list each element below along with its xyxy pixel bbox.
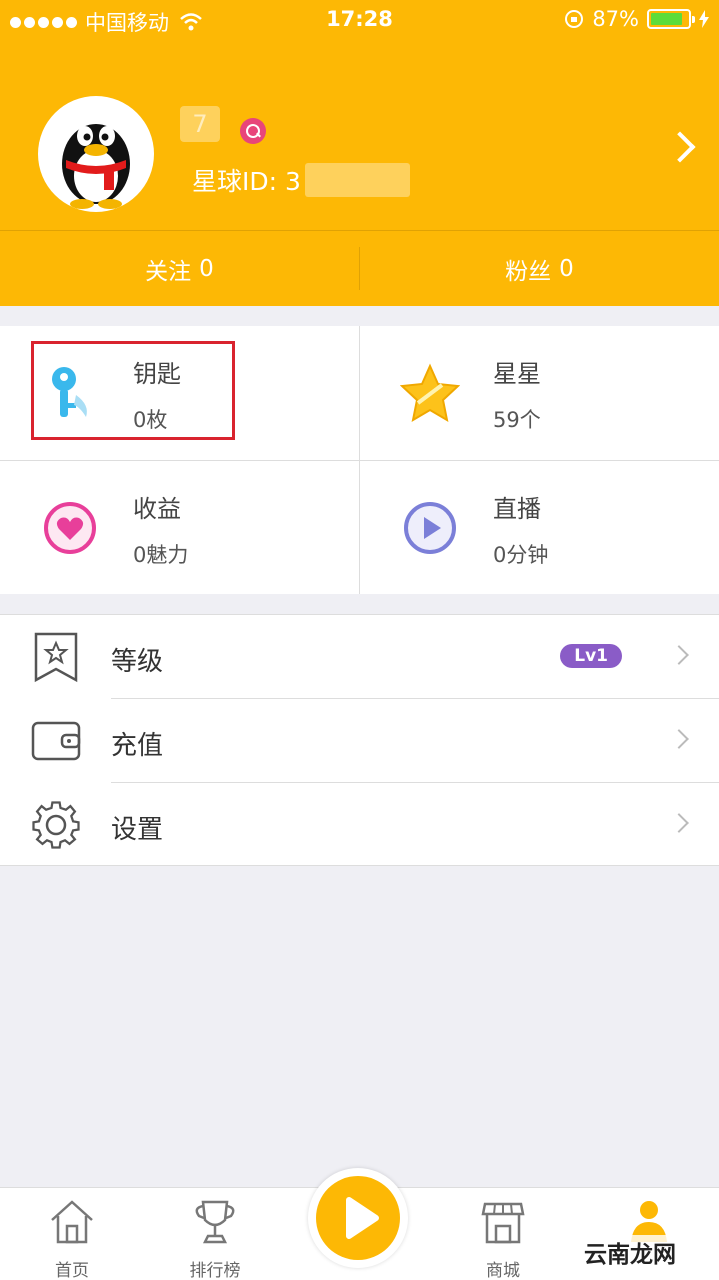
watermark: 云南龙网 [584,1235,676,1269]
battery-percent: 87% [592,7,639,31]
tab-label: 首页 [55,1261,89,1280]
wallet-icon [31,721,81,761]
qq-badge-icon [240,118,266,144]
tab-home[interactable]: 首页 [27,1198,117,1280]
asset-title: 直播 [493,495,541,523]
chevron-right-icon [669,729,689,749]
menu-item-settings[interactable]: 设置 [0,783,719,867]
asset-value: 0魅力 [133,543,189,567]
asset-value: 0分钟 [493,543,549,567]
bookmark-star-icon [34,632,78,683]
follow-count: 0 [199,255,214,282]
chevron-right-icon [669,645,689,665]
start-live-button[interactable] [308,1168,408,1268]
start-live-button-inner [316,1176,400,1260]
menu-list: 等级 Lv1 充值 设置 [0,614,719,866]
battery-icon [647,9,695,29]
avatar[interactable] [38,96,154,212]
fans-count: 0 [559,255,574,282]
menu-item-label: 设置 [111,815,164,845]
annotation-highlight-box [31,341,235,440]
rotation-lock-icon [565,10,584,28]
asset-title: 收益 [133,495,181,523]
chevron-right-icon [669,813,689,833]
chevron-right-icon[interactable] [664,131,696,163]
asset-value: 59个 [493,408,541,432]
star-icon [400,363,460,422]
asset-title: 星星 [493,360,541,388]
tab-ranking[interactable]: 排行榜 [170,1198,260,1280]
follow-label: 关注 [145,258,192,285]
fans-label: 粉丝 [505,258,552,285]
shop-icon [481,1202,525,1244]
fans-stat[interactable]: 粉丝 0 [360,231,719,306]
star-id-label: 星球ID: 3 [192,167,301,196]
level-badge: Lv1 [560,644,622,668]
gear-icon [32,801,80,849]
heart-icon [44,502,96,554]
play-icon [346,1197,379,1239]
nickname: 7 [180,106,220,142]
profile-header[interactable]: 7 星球ID: 3 [0,40,719,230]
divider [0,460,719,461]
asset-tile-live[interactable]: 直播 0分钟 [360,461,719,595]
penguin-avatar-icon [62,124,130,209]
follow-stat[interactable]: 关注 0 [0,231,359,306]
menu-item-label: 充值 [111,731,164,761]
asset-tile-stars[interactable]: 星星 59个 [360,326,719,460]
charging-icon [699,10,709,28]
tab-label: 商城 [486,1261,520,1280]
tab-label: 排行榜 [189,1261,241,1280]
menu-item-recharge[interactable]: 充值 [0,699,719,783]
asset-tile-earnings[interactable]: 收益 0魅力 [0,461,359,595]
redacted-id [304,163,410,197]
menu-item-label: 等级 [111,647,164,677]
tab-shop[interactable]: 商城 [458,1198,548,1280]
menu-item-level[interactable]: 等级 Lv1 [0,615,719,699]
home-icon [51,1200,93,1244]
trophy-icon [195,1200,235,1244]
status-bar: 中国移动 17:28 87% [0,0,719,40]
play-icon [404,502,456,554]
follow-stats: 关注 0 粉丝 0 [0,230,719,306]
star-id: 星球ID: 3 [192,162,410,198]
